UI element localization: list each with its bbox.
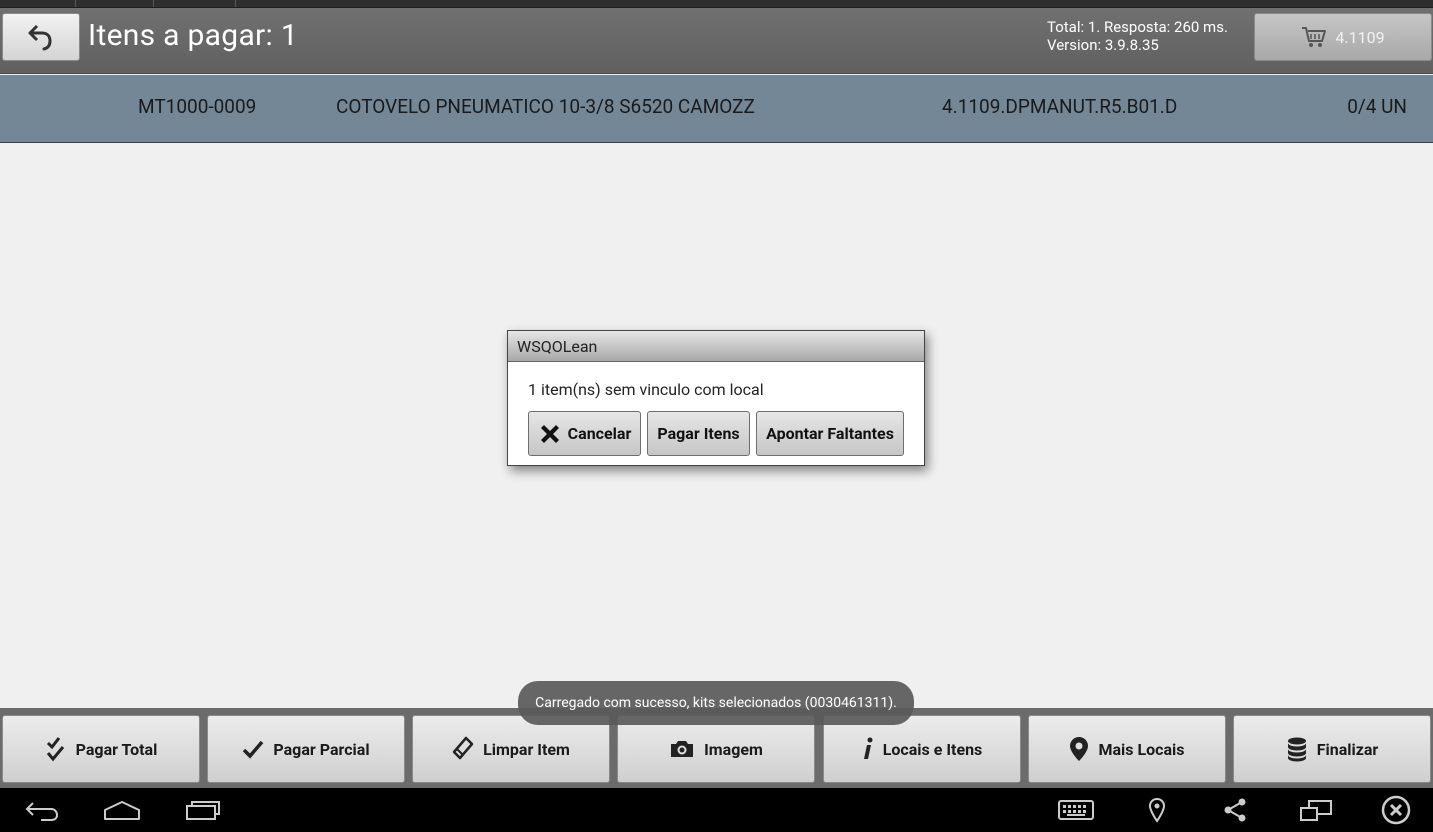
cancel-button[interactable]: Cancelar xyxy=(528,411,641,456)
dialog-title: WSQOLean xyxy=(508,331,924,362)
close-app-button[interactable] xyxy=(1380,795,1412,825)
screen-mode-button[interactable] xyxy=(1298,796,1334,824)
page-title: Itens a pagar: 1 xyxy=(88,18,298,53)
keyboard-button[interactable] xyxy=(1057,796,1095,824)
header-bar: Itens a pagar: 1 Total: 1. Resposta: 260… xyxy=(0,8,1433,74)
close-icon xyxy=(540,424,559,443)
item-row[interactable]: MT1000-0009 COTOVELO PNEUMATICO 10-3/8 S… xyxy=(0,75,1433,143)
response-info: Total: 1. Resposta: 260 ms. Version: 3.9… xyxy=(1047,18,1228,54)
strip-tab xyxy=(76,0,154,7)
locations-items-label: Locais e Itens xyxy=(882,739,983,759)
pay-items-label: Pagar Itens xyxy=(657,424,740,443)
finish-label: Finalizar xyxy=(1316,739,1379,759)
strip-tab xyxy=(154,0,236,7)
more-locations-label: Mais Locais xyxy=(1098,739,1185,759)
pay-partial-button[interactable]: Pagar Parcial xyxy=(207,715,405,783)
more-locations-button[interactable]: Mais Locais xyxy=(1028,715,1226,783)
item-description: COTOVELO PNEUMATICO 10-3/8 S6520 CAMOZZ xyxy=(336,95,755,118)
camera-icon xyxy=(671,741,694,757)
share-button[interactable] xyxy=(1220,796,1250,824)
location-button[interactable] xyxy=(1143,796,1171,824)
cart-icon xyxy=(1302,27,1327,47)
nav-back-button[interactable] xyxy=(22,796,62,824)
info-icon xyxy=(863,737,873,759)
total-response-text: Total: 1. Resposta: 260 ms. xyxy=(1047,18,1228,36)
clear-item-label: Limpar Item xyxy=(483,739,570,759)
pay-items-button[interactable]: Pagar Itens xyxy=(647,411,750,456)
database-icon xyxy=(1287,737,1306,762)
cart-button[interactable]: 4.1109 xyxy=(1254,13,1432,61)
report-missing-button[interactable]: Apontar Faltantes xyxy=(756,411,904,456)
pay-total-button[interactable]: Pagar Total xyxy=(2,715,200,783)
item-code: MT1000-0009 xyxy=(138,95,257,118)
check-icon xyxy=(243,740,264,759)
finish-button[interactable]: Finalizar xyxy=(1233,715,1431,783)
report-missing-label: Apontar Faltantes xyxy=(766,424,894,443)
back-arrow-icon xyxy=(28,24,52,51)
version-text: Version: 3.9.8.35 xyxy=(1047,36,1159,54)
system-nav-bar xyxy=(0,788,1433,832)
nav-home-button[interactable] xyxy=(101,796,143,824)
pay-partial-label: Pagar Parcial xyxy=(273,739,370,759)
double-check-icon xyxy=(46,737,64,762)
cancel-label: Cancelar xyxy=(567,424,632,443)
status-strip xyxy=(0,0,1433,8)
recents-icon xyxy=(186,801,220,820)
item-quantity: 0/4 UN xyxy=(1347,95,1407,118)
keyboard-icon xyxy=(1058,800,1094,820)
clear-item-button[interactable]: Limpar Item xyxy=(412,715,610,783)
home-icon xyxy=(104,801,140,820)
locations-items-button[interactable]: Locais e Itens xyxy=(823,715,1021,783)
share-icon xyxy=(1224,798,1246,822)
nav-back-icon xyxy=(25,802,59,821)
nav-recents-button[interactable] xyxy=(183,796,223,824)
screen-mode-icon xyxy=(1300,800,1332,821)
item-location: 4.1109.DPMANUT.R5.B01.D xyxy=(942,95,1178,118)
alert-dialog: WSQOLean 1 item(ns) sem vinculo com loca… xyxy=(507,330,925,466)
cart-label: 4.1109 xyxy=(1335,27,1385,47)
close-circle-icon xyxy=(1381,795,1411,825)
map-pin-icon xyxy=(1070,737,1089,761)
pay-total-label: Pagar Total xyxy=(75,739,158,759)
strip-tab xyxy=(0,0,76,7)
image-label: Imagem xyxy=(704,739,763,759)
location-icon xyxy=(1148,797,1166,823)
back-button[interactable] xyxy=(2,13,80,61)
dialog-message: 1 item(ns) sem vinculo com local xyxy=(528,380,764,399)
toast-message: Carregado com sucesso, kits selecionados… xyxy=(518,681,914,725)
eraser-icon xyxy=(452,736,474,760)
image-button[interactable]: Imagem xyxy=(617,715,815,783)
